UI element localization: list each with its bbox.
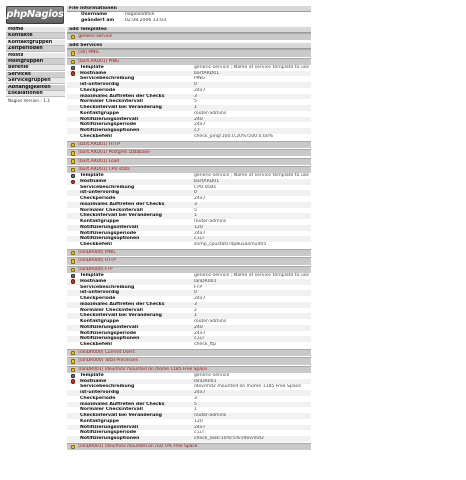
- service-field-label: Checkbefehl: [80, 342, 112, 348]
- main-content: File Informationen Username nagiosadmin ge…: [67, 5, 311, 451]
- service-label[interactable]: [lanDR000] PING: [78, 250, 115, 256]
- service-detail-row: Checkbefehl check_ftp: [67, 342, 311, 348]
- service-label[interactable]: [bart.ARD01] Postgres Database: [78, 150, 149, 156]
- nav-item-1[interactable]: Kontakte: [6, 33, 65, 40]
- row-icon-cell: [67, 279, 80, 284]
- folder-icon[interactable]: [71, 159, 76, 164]
- row-icon-cell: [67, 71, 80, 76]
- folder-icon[interactable]: [71, 250, 76, 256]
- file-info: Username nagiosadmin geändert am 02.08.2006…: [67, 12, 311, 24]
- folder-icon[interactable]: [71, 34, 76, 40]
- edit-icon[interactable]: [71, 65, 76, 70]
- nav-item-2[interactable]: Kontaktgruppen: [6, 39, 65, 46]
- nav-item-8[interactable]: Servicegruppen: [6, 78, 65, 85]
- service-header[interactable]: [lanDR001] /dev/md2 mounted on /home 118…: [67, 365, 311, 373]
- folder-icon[interactable]: [71, 367, 76, 372]
- folder-icon[interactable]: [71, 444, 76, 450]
- nav-item-6[interactable]: Befehle: [6, 65, 65, 72]
- nav-item-7[interactable]: Services: [6, 71, 65, 78]
- nav-menu: Home Kontakte Kontaktgruppen Zeitperioden Ho…: [0, 27, 65, 97]
- service-header[interactable]: [bart.ARD01] Postgres Database: [67, 149, 311, 157]
- service-detail-row: Notifizierungsoptionen check_disk!10%!5%!…: [67, 436, 311, 442]
- service-header[interactable]: [all] PING: [67, 49, 311, 57]
- delete-icon[interactable]: [71, 379, 76, 384]
- delete-icon[interactable]: [71, 279, 76, 284]
- folder-icon[interactable]: [71, 359, 76, 364]
- service-header[interactable]: [lanDR000] HTTP: [67, 257, 311, 265]
- service-header[interactable]: [bart.ARD01] Load: [67, 157, 311, 165]
- nav-item-9[interactable]: Abhängigkeiten: [6, 84, 65, 91]
- folder-icon[interactable]: [71, 350, 76, 356]
- service-label[interactable]: [all] PING: [78, 50, 99, 56]
- nav-item-4[interactable]: Hosts: [6, 52, 65, 59]
- nav-item-0[interactable]: Home: [6, 27, 65, 34]
- folder-icon[interactable]: [71, 59, 76, 64]
- service-label[interactable]: [bart.ARD01] HTTP: [78, 142, 119, 148]
- template-label[interactable]: generic-service: [78, 34, 112, 40]
- service-label[interactable]: [bart.ARD01] Load: [78, 159, 119, 165]
- edit-icon[interactable]: [71, 373, 76, 378]
- service-header[interactable]: [bart.ARD01] HTTP: [67, 140, 311, 149]
- nagios-version: Nagios Version : 1.3: [8, 98, 50, 103]
- service-label[interactable]: [lanDR001] /dev/md3 mounted on /var 0% F…: [78, 444, 197, 450]
- service-detail-row: Checkbefehl check_ping!100.0,20%!500.0,60…: [67, 134, 311, 140]
- row-icon-cell: [67, 179, 80, 184]
- template-item[interactable]: generic-service: [67, 32, 311, 41]
- row-icon-cell: [67, 379, 80, 384]
- service-header[interactable]: [lanDR000] PING: [67, 249, 311, 257]
- folder-icon[interactable]: [71, 259, 76, 264]
- row-icon-cell: [67, 173, 80, 179]
- service-label[interactable]: [lanDR000] Current Users: [78, 350, 135, 356]
- logo[interactable]: phpNagios: [6, 6, 64, 24]
- service-header[interactable]: [bart.ARD01] CPU stats: [67, 165, 311, 174]
- service-label[interactable]: [lanDR000] Total Processes: [78, 358, 138, 364]
- service-header[interactable]: [lanDR000] Current Users: [67, 348, 311, 357]
- service-field-label: Checkbefehl: [80, 242, 112, 248]
- folder-icon[interactable]: [71, 167, 76, 173]
- folder-icon[interactable]: [71, 142, 76, 148]
- folder-icon[interactable]: [71, 151, 76, 156]
- row-icon-cell: [67, 65, 80, 70]
- folder-icon[interactable]: [71, 51, 76, 56]
- service-header[interactable]: [bart.ARD01] PING: [67, 57, 311, 65]
- service-field-value: check_ftp: [194, 342, 216, 348]
- delete-icon[interactable]: [71, 71, 76, 76]
- service-header[interactable]: [lanDR000] Total Processes: [67, 357, 311, 365]
- nav-item-5[interactable]: Hostgruppen: [6, 58, 65, 66]
- delete-icon[interactable]: [71, 179, 76, 184]
- service-field-value: snmp_cpustats!4p8usaamu405: [194, 242, 267, 248]
- service-field-label: Notifizierungsoptionen: [80, 436, 140, 442]
- service-field-label: Checkbefehl: [80, 133, 112, 139]
- row-icon-cell: [67, 373, 80, 378]
- nav-item-10[interactable]: Eskalationen: [6, 90, 65, 97]
- service-header[interactable]: [lanDR001] /dev/md3 mounted on /var 0% F…: [67, 443, 311, 451]
- row-icon-cell: [67, 273, 80, 279]
- file-info-key: geändert am: [81, 17, 115, 23]
- file-info-value: 02.08.2006 13:03: [125, 17, 167, 23]
- service-field-value: check_disk!10%!5%!/dev/md2: [194, 436, 264, 442]
- nav-item-3[interactable]: Zeitperioden: [6, 46, 65, 53]
- file-info-row: geändert am 02.08.2006 13:03: [67, 18, 311, 24]
- service-header[interactable]: [lanDR000] FTP: [67, 265, 311, 274]
- sidebar: phpNagios Home Kontakte Kontaktgruppen Zeit…: [0, 0, 65, 480]
- edit-icon[interactable]: [71, 273, 76, 279]
- service-list: [all] PING [bart.ARD01] PING Template gener…: [67, 49, 311, 451]
- service-label[interactable]: [lanDR000] HTTP: [78, 258, 116, 264]
- edit-icon[interactable]: [71, 173, 76, 179]
- folder-icon[interactable]: [71, 267, 76, 273]
- template-list: generic-service: [67, 32, 311, 41]
- service-field-value: check_ping!100.0,20%!500.0,60%: [194, 133, 274, 139]
- service-detail-row: Checkbefehl snmp_cpustats!4p8usaamu405: [67, 242, 311, 248]
